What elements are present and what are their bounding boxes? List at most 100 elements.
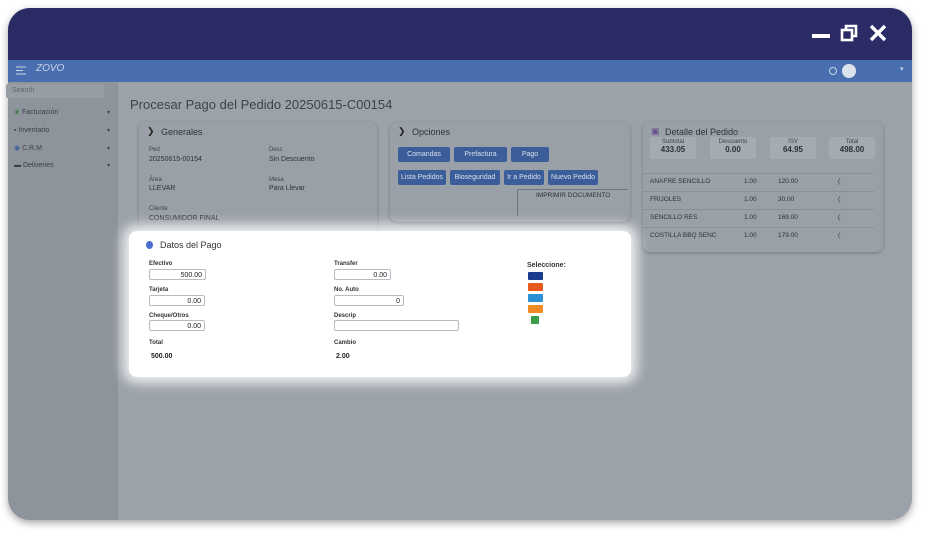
globe-icon: ◉ — [14, 145, 21, 152]
prefactura-button[interactable]: Prefactura — [454, 147, 507, 162]
chevron-down-icon: ▾ — [106, 146, 110, 152]
amex-icon[interactable] — [528, 294, 543, 302]
card-title: Detalle del Pedido — [665, 127, 739, 137]
row-action-icon[interactable]: ( — [838, 196, 840, 203]
cheque-label: Cheque/Otros — [149, 313, 189, 319]
field-label: Área — [149, 177, 162, 183]
sidebar-item-label: C.R.M — [22, 145, 42, 152]
discover-icon[interactable] — [528, 305, 543, 313]
cheque-field[interactable]: 0.00 — [149, 320, 205, 331]
item-qty: 1.00 — [744, 196, 757, 203]
field-label: Ped — [149, 147, 160, 153]
total-stat: Total 498.00 — [829, 137, 875, 159]
chevron-down-icon: ▾ — [106, 128, 110, 134]
jcb-icon[interactable] — [531, 316, 539, 324]
leaf-icon: ❦ — [14, 109, 20, 116]
total-value: 500.00 — [151, 353, 173, 360]
minimize-icon[interactable] — [812, 34, 830, 38]
gear-icon[interactable] — [828, 66, 838, 76]
item-name: SENCILLO RES — [650, 214, 698, 221]
no-auto-field[interactable]: 0 — [334, 295, 404, 306]
table-row[interactable]: SENCILLO RES 1.00 169.00 ( — [642, 209, 874, 227]
title-bar — [8, 8, 912, 60]
ir-a-pedido-button[interactable]: Ir a Pedido — [504, 170, 544, 185]
transfer-label: Transfer — [334, 261, 358, 267]
search-input[interactable]: Search — [6, 84, 104, 98]
close-icon[interactable] — [869, 24, 887, 42]
item-price: 169.00 — [778, 214, 798, 221]
mastercard-icon[interactable] — [528, 283, 543, 291]
total-label: Total — [149, 340, 163, 346]
transfer-field[interactable]: 0.00 — [334, 269, 391, 280]
field-value: Sin Descuento — [269, 156, 315, 163]
row-action-icon[interactable]: ( — [838, 178, 840, 185]
item-qty: 1.00 — [744, 178, 757, 185]
item-price: 30.00 — [778, 196, 795, 203]
top-navbar: ZOVO ▾ — [8, 60, 912, 82]
card-title: Opciones — [412, 127, 451, 137]
field-value: CONSUMIDOR FINAL — [149, 215, 220, 222]
sidebar-item-label: Facturación — [21, 109, 59, 116]
item-price: 120.00 — [778, 178, 798, 185]
descrip-field[interactable] — [334, 320, 459, 331]
sidebar-item-label: Inventario — [18, 127, 50, 134]
pago-button[interactable]: Pago — [511, 147, 549, 162]
efectivo-label: Efectivo — [149, 261, 173, 267]
chevron-down-icon[interactable]: ▾ — [900, 65, 904, 73]
field-label: Mesa — [269, 177, 284, 183]
sidebar-item-deliveries[interactable]: ▬ Deliveries ▾ — [14, 160, 112, 172]
stat-value: 0.00 — [725, 145, 741, 154]
subtotal-stat: Subtotal 433.05 — [650, 137, 696, 159]
table-row[interactable]: ANAFRE SENCILLO 1.00 120.00 ( — [642, 173, 874, 191]
sidebar-item-crm[interactable]: ◉ C.R.M ▾ — [14, 143, 112, 155]
print-label: IMPRIMIR DOCUMENTO — [536, 192, 611, 199]
stat-value: 498.00 — [839, 145, 865, 154]
cart-icon: ▣ — [651, 126, 660, 136]
field-value: LLEVAR — [149, 185, 176, 192]
field-label: Desc — [269, 147, 283, 153]
sidebar-item-inventario[interactable]: ▪ Inventario ▾ — [14, 125, 112, 137]
generales-card: ❯ Generales Ped 20250615-00154 Desc Sin … — [139, 122, 377, 234]
row-action-icon[interactable]: ( — [838, 214, 840, 221]
bioseguridad-button[interactable]: Bioseguridad — [450, 170, 500, 185]
visa-icon[interactable] — [528, 272, 543, 280]
restore-icon[interactable] — [840, 24, 858, 42]
lista-pedidos-button[interactable]: Lista Pedidos — [398, 170, 446, 185]
field-label: Cliente — [149, 206, 168, 212]
no-auto-label: No. Auto — [334, 287, 359, 293]
tarjeta-label: Tarjeta — [149, 287, 169, 293]
descuento-stat: Descuento 0.00 — [710, 137, 756, 159]
tarjeta-field[interactable]: 0.00 — [149, 295, 205, 306]
truck-icon: ▬ — [14, 162, 21, 169]
efectivo-field[interactable]: 500.00 — [149, 269, 206, 280]
chevron-down-icon: ▾ — [106, 163, 110, 169]
chevron-right-icon: ❯ — [398, 126, 406, 136]
box-icon: ▪ — [14, 127, 17, 134]
comandas-button[interactable]: Comandas — [398, 147, 450, 162]
card-title: Datos del Pago — [160, 240, 222, 250]
item-qty: 1.00 — [744, 232, 757, 239]
table-row[interactable]: FRIJOLES 1.00 30.00 ( — [642, 191, 874, 209]
sidebar-item-facturacion[interactable]: ❦ Facturación ▾ — [14, 107, 112, 119]
select-card-label: Seleccione: — [527, 262, 566, 269]
field-value: Para Llevar — [269, 185, 305, 192]
item-qty: 1.00 — [744, 214, 757, 221]
table-row[interactable]: COSTILLA BBQ SENC 1.00 179.00 ( — [642, 227, 874, 245]
opciones-card: ❯ Opciones Comandas Prefactura Pago List… — [390, 122, 630, 222]
row-action-icon[interactable]: ( — [838, 232, 840, 239]
app-logo: ZOVO — [36, 63, 65, 74]
print-document-button[interactable]: IMPRIMIR DOCUMENTO — [517, 189, 628, 216]
stat-value: 64.95 — [782, 145, 804, 154]
isv-stat: ISV 64.95 — [770, 137, 816, 159]
cambio-value: 2.00 — [336, 353, 350, 360]
datos-pago-card: Datos del Pago Efectivo 500.00 Tarjeta 0… — [129, 231, 631, 377]
sidebar-item-label: Deliveries — [22, 162, 54, 169]
page-title: Procesar Pago del Pedido 20250615-C00154 — [130, 97, 393, 112]
nuevo-pedido-button[interactable]: Nuevo Pedido — [548, 170, 598, 185]
chevron-down-icon: ▾ — [106, 110, 110, 116]
cambio-label: Cambio — [334, 340, 357, 346]
item-name: FRIJOLES — [650, 196, 682, 203]
hamburger-menu-icon[interactable] — [16, 66, 26, 75]
avatar[interactable] — [842, 64, 856, 78]
field-value: 20250615-00154 — [149, 156, 202, 163]
